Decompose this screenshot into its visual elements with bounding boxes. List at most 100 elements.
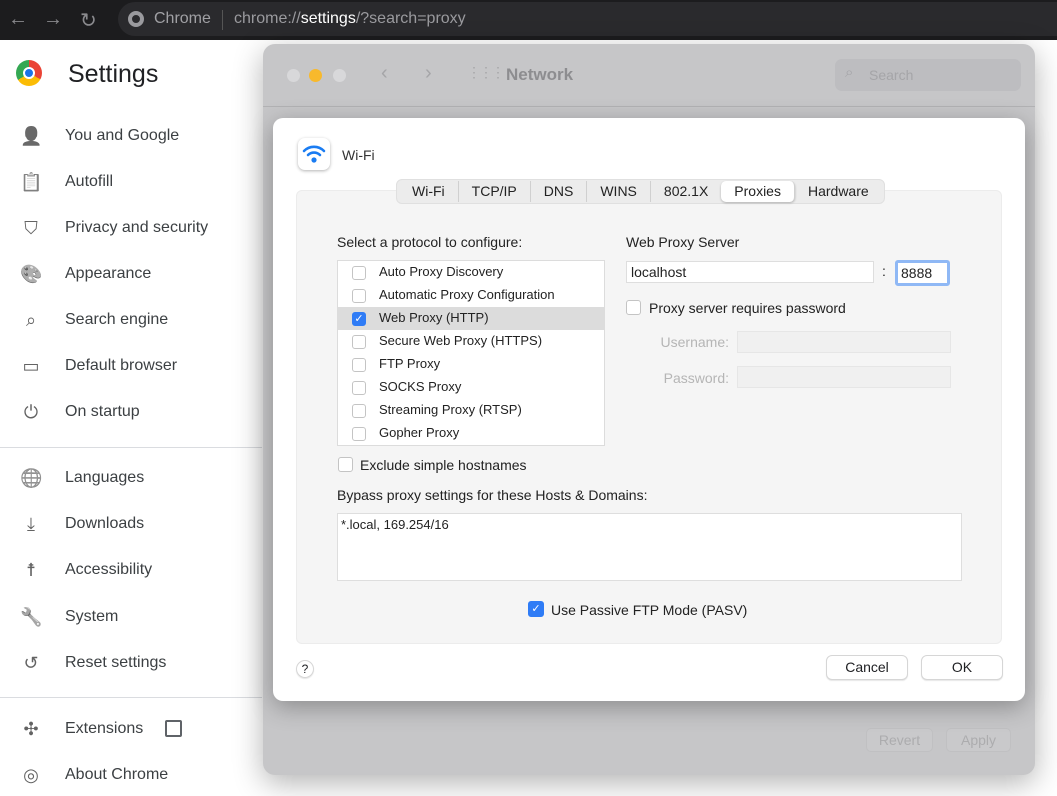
username-label: Username:	[660, 334, 729, 350]
search-icon: ⌕	[845, 64, 854, 81]
protocol-label: Streaming Proxy (RTSP)	[379, 402, 522, 417]
address-bar[interactable]: Chrome chrome://settings/?search=proxy	[118, 2, 1057, 36]
sidebar-item-privacy-and-security[interactable]: ⛉ Privacy and security	[0, 209, 262, 249]
protocol-checkbox[interactable]: ✓	[352, 312, 366, 326]
help-button[interactable]: ?	[296, 660, 314, 678]
sidebar-item-default-browser[interactable]: ▭ Default browser	[0, 347, 262, 387]
wifi-icon	[298, 138, 330, 170]
tab-tcpip[interactable]: TCP/IP	[459, 181, 531, 202]
protocol-label: SOCKS Proxy	[379, 379, 462, 394]
password-label: Password:	[663, 370, 729, 386]
protocol-row[interactable]: FTP Proxy	[338, 353, 604, 376]
tab-dns[interactable]: DNS	[531, 181, 588, 202]
url-text[interactable]: chrome://settings/?search=proxy	[234, 10, 466, 28]
exclude-simple-label: Exclude simple hostnames	[360, 457, 527, 473]
tab-proxies[interactable]: Proxies	[721, 181, 795, 202]
sidebar-item-label: Downloads	[65, 515, 145, 532]
protocol-row[interactable]: ✓ Web Proxy (HTTP)	[338, 307, 604, 330]
protocol-checkbox[interactable]	[352, 358, 366, 372]
protocol-row[interactable]: Secure Web Proxy (HTTPS)	[338, 330, 604, 353]
protocol-list: Auto Proxy Discovery Automatic Proxy Conf…	[337, 260, 605, 446]
clipboard-icon: 📋	[20, 172, 43, 192]
sidebar-item-label: About Chrome	[65, 766, 169, 783]
sidebar-item-on-startup[interactable]: ⏻ On startup	[0, 393, 262, 433]
bypass-textarea[interactable]: *.local, 169.254/16	[337, 513, 962, 581]
zoom-button[interactable]	[333, 69, 346, 82]
sidebar-item-label: Accessibility	[65, 561, 153, 578]
sidebar-item-autofill[interactable]: 📋 Autofill	[0, 163, 262, 203]
sidebar-item-extensions[interactable]: ✣ Extensions	[0, 710, 262, 750]
forward-icon[interactable]: →	[43, 8, 63, 31]
server-label: Web Proxy Server	[626, 234, 740, 250]
search-icon: ⌕	[25, 310, 37, 330]
protocol-row[interactable]: Gopher Proxy	[338, 422, 604, 445]
protocol-checkbox[interactable]	[352, 427, 366, 441]
protocol-checkbox[interactable]	[352, 335, 366, 349]
reload-icon[interactable]: ↻	[80, 8, 97, 33]
protocol-row[interactable]: Streaming Proxy (RTSP)	[338, 399, 604, 422]
username-input[interactable]	[737, 331, 951, 353]
protocol-row[interactable]: Auto Proxy Discovery	[338, 261, 604, 284]
port-input[interactable]: 8888	[895, 260, 950, 286]
back-icon[interactable]: ←	[8, 8, 28, 31]
protocol-label: Gopher Proxy	[379, 425, 460, 440]
page-title: Settings	[68, 60, 159, 88]
protocol-checkbox[interactable]	[352, 266, 366, 280]
sidebar-item-you-and-google[interactable]: 👤 You and Google	[0, 117, 262, 157]
browser-icon: ▭	[22, 356, 40, 376]
sidebar-item-label: You and Google	[65, 127, 180, 144]
person-icon: 👤	[20, 126, 43, 146]
tab-8021x[interactable]: 802.1X	[651, 181, 721, 202]
search-placeholder: Search	[869, 67, 914, 83]
protocol-checkbox[interactable]	[352, 289, 366, 303]
divider	[0, 697, 262, 698]
server-input[interactable]: localhost	[626, 261, 874, 283]
sidebar-item-system[interactable]: 🔧 System	[0, 598, 262, 638]
sidebar-item-label: Autofill	[65, 173, 114, 190]
sidebar-item-appearance[interactable]: 🎨 Appearance	[0, 255, 262, 295]
chevron-left-icon[interactable]: ‹	[381, 62, 388, 85]
requires-password-checkbox[interactable]	[626, 300, 641, 315]
protocol-row[interactable]: Automatic Proxy Configuration	[338, 284, 604, 307]
proxy-dialog: Wi-Fi Wi-Fi TCP/IP DNS WINS 802.1X Proxies Har…	[273, 118, 1025, 701]
protocol-checkbox[interactable]	[352, 404, 366, 418]
browser-toolbar: ← → ↻ Chrome chrome://settings/?search=p…	[0, 0, 1057, 40]
tab-wifi[interactable]: Wi-Fi	[399, 181, 459, 202]
sidebar-item-label: Search engine	[65, 311, 169, 328]
sidebar-item-reset-settings[interactable]: ↺ Reset settings	[0, 644, 262, 684]
requires-password-label: Proxy server requires password	[649, 300, 846, 316]
history-icon: ↺	[23, 653, 39, 673]
sidebar-item-downloads[interactable]: ⤓ Downloads	[0, 505, 262, 545]
colon: :	[882, 263, 886, 279]
chrome-icon: ◎	[23, 765, 39, 785]
ok-button[interactable]: OK	[921, 655, 1003, 680]
pasv-checkbox[interactable]: ✓	[528, 601, 544, 617]
grid-icon[interactable]: ⋮⋮⋮	[467, 64, 505, 81]
password-input[interactable]	[737, 366, 951, 388]
sidebar-item-about-chrome[interactable]: ◎ About Chrome	[0, 756, 262, 796]
protocol-row[interactable]: SOCKS Proxy	[338, 376, 604, 399]
sidebar-item-search-engine[interactable]: ⌕ Search engine	[0, 301, 262, 341]
chevron-right-icon[interactable]: ›	[425, 62, 432, 85]
close-button[interactable]	[287, 69, 300, 82]
sidebar-item-label: Extensions	[65, 720, 144, 737]
sidebar-item-accessibility[interactable]: ☨ Accessibility	[0, 551, 262, 591]
exclude-simple-checkbox[interactable]	[338, 457, 353, 472]
sidebar-item-label: Languages	[65, 469, 145, 486]
cancel-button[interactable]: Cancel	[826, 655, 908, 680]
shield-icon: ⛉	[24, 218, 38, 238]
globe-icon: 🌐	[20, 468, 43, 488]
protocol-label: Auto Proxy Discovery	[379, 264, 504, 279]
apply-button[interactable]: Apply	[946, 728, 1011, 752]
tab-hardware[interactable]: Hardware	[795, 181, 882, 202]
protocol-checkbox[interactable]	[352, 381, 366, 395]
bypass-label: Bypass proxy settings for these Hosts & …	[337, 487, 648, 503]
window-title: Network	[506, 65, 574, 84]
tab-wins[interactable]: WINS	[587, 181, 651, 202]
site-chip: Chrome	[154, 10, 211, 27]
sidebar-item-languages[interactable]: 🌐 Languages	[0, 459, 262, 499]
download-icon: ⤓	[27, 514, 35, 534]
revert-button[interactable]: Revert	[866, 728, 933, 752]
minimize-button[interactable]	[309, 69, 322, 82]
search-input[interactable]: ⌕ Search	[835, 59, 1021, 91]
